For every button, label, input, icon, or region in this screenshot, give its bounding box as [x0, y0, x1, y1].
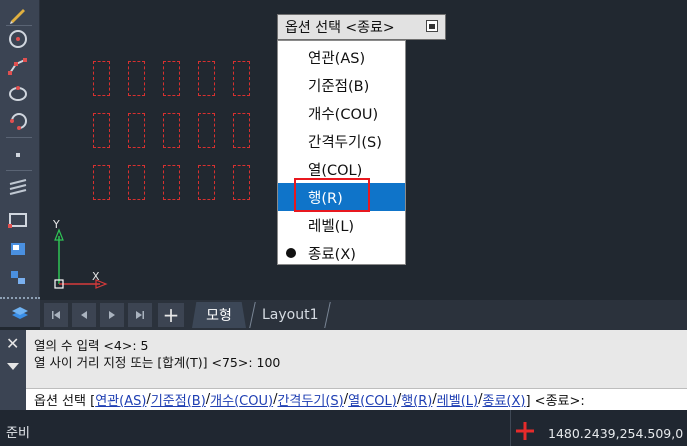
tab-layout1[interactable]: Layout1 [249, 302, 331, 328]
highlight-annotation-box [294, 178, 370, 212]
status-bar: 준비 1480.2439,254.509,0 [0, 410, 687, 446]
last-tab-button[interactable] [128, 303, 152, 327]
first-tab-button[interactable] [44, 303, 68, 327]
circle-tool-icon[interactable] [4, 27, 32, 51]
cmd-option-base-point[interactable]: 기준점(B) [151, 390, 206, 409]
command-history-line: 열 사이 거리 지정 또는 [합계(T)] <75>: 100 [34, 355, 281, 370]
close-icon[interactable]: ✕ [6, 334, 19, 353]
ucs-x-label: X [92, 270, 100, 283]
cmd-option-rows[interactable]: 행(R) [401, 390, 432, 409]
ucs-icon: Y X [50, 218, 110, 294]
insert-block-icon[interactable] [4, 264, 32, 288]
layout-tabs-bar: + 모형 Layout1 [40, 300, 687, 330]
selected-bullet-icon [286, 248, 296, 258]
cmd-option-levels[interactable]: 레벨(L) [437, 390, 478, 409]
menu-item-count[interactable]: 개수(COU) [278, 99, 405, 127]
menu-item-associative[interactable]: 연관(AS) [278, 43, 405, 71]
tab-model[interactable]: 모형 [192, 302, 246, 328]
status-ready-text: 준비 [6, 426, 30, 441]
polyline-tool-icon[interactable] [4, 54, 32, 78]
draw-toolbar [0, 0, 40, 327]
ucs-y-label: Y [53, 218, 60, 231]
option-popup-menu: 연관(AS) 기준점(B) 개수(COU) 간격두기(S) 열(COL) 행(R… [277, 40, 406, 265]
layers-icon[interactable] [6, 301, 34, 325]
cmd-option-columns[interactable]: 열(COL) [348, 390, 397, 409]
prev-tab-button[interactable] [72, 303, 96, 327]
cmd-option-count[interactable]: 개수(COU) [210, 390, 273, 409]
pencil-tool-icon[interactable] [4, 2, 32, 26]
add-layout-plus-icon[interactable]: + [158, 303, 184, 327]
rectangle-tool-icon[interactable] [4, 208, 32, 232]
hatch-tool-icon[interactable] [4, 176, 32, 200]
cmd-option-exit[interactable]: 종료(X) [482, 390, 525, 409]
cmd-option-associative[interactable]: 연관(AS) [95, 390, 146, 409]
pin-icon[interactable] [426, 20, 438, 32]
menu-item-base-point[interactable]: 기준점(B) [278, 71, 405, 99]
menu-item-levels[interactable]: 레벨(L) [278, 211, 405, 239]
cmd-option-spacing[interactable]: 간격두기(S) [277, 390, 343, 409]
command-side-controls: ✕ [0, 330, 26, 410]
ellipse-tool-icon[interactable] [4, 81, 32, 105]
command-prompt[interactable]: 옵션 선택 [연관(AS) / 기준점(B) / 개수(COU) / 간격두기(S) / 열(C… [26, 388, 687, 410]
block-tool-icon[interactable] [4, 236, 32, 260]
command-history-line: 열의 수 입력 <4>: 5 [34, 338, 149, 353]
menu-item-exit[interactable]: 종료(X) [278, 239, 405, 267]
chevron-down-icon[interactable] [7, 363, 19, 370]
command-history: 열의 수 입력 <4>: 5 열 사이 거리 지정 또는 [합계(T)] <75… [26, 330, 687, 388]
arc-tool-icon[interactable] [4, 108, 32, 132]
coordinates-readout: 1480.2439,254.509,0 [548, 426, 684, 441]
option-popup-title-text: 옵션 선택 <종료> [285, 20, 395, 36]
crosshair-icon [516, 422, 534, 440]
point-tool-icon[interactable] [4, 143, 32, 167]
next-tab-button[interactable] [100, 303, 124, 327]
option-popup-title[interactable]: 옵션 선택 <종료> [277, 14, 446, 40]
menu-item-spacing[interactable]: 간격두기(S) [278, 127, 405, 155]
toolbar-bottom [0, 297, 40, 327]
